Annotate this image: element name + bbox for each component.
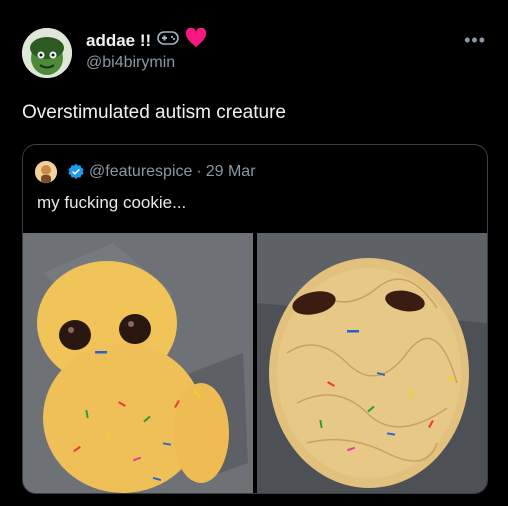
photo-baked-cookie[interactable] (256, 233, 487, 493)
heart-icon (185, 27, 207, 53)
meta-separator: · (196, 163, 202, 180)
gamepad-icon (157, 31, 179, 50)
avatar[interactable] (22, 28, 72, 78)
quoted-text: my fucking cookie... (37, 193, 187, 212)
avatar-image (22, 28, 72, 78)
quoted-avatar[interactable] (35, 161, 57, 183)
more-options-button[interactable]: ••• (464, 30, 486, 51)
quoted-date[interactable]: 29 Mar (206, 163, 256, 181)
quoted-handle[interactable]: @featurespice (89, 163, 192, 181)
display-name[interactable]: addae !! (86, 31, 151, 51)
quoted-media (23, 233, 487, 493)
author-handle[interactable]: @bi4birymin (86, 54, 175, 72)
photo-raw-cookie-dough[interactable] (23, 233, 254, 493)
quoted-meta: @featurespice · 29 Mar (67, 163, 256, 181)
quoted-tweet[interactable]: @featurespice · 29 Mar my fucking cookie… (22, 144, 488, 494)
tweet-text: Overstimulated autism creature (22, 102, 286, 123)
author-name-row: addae !! (86, 27, 207, 53)
tweet-card: addae !! @bi4birymin ••• Overstimulated … (0, 0, 508, 506)
verified-badge-icon (68, 163, 84, 180)
